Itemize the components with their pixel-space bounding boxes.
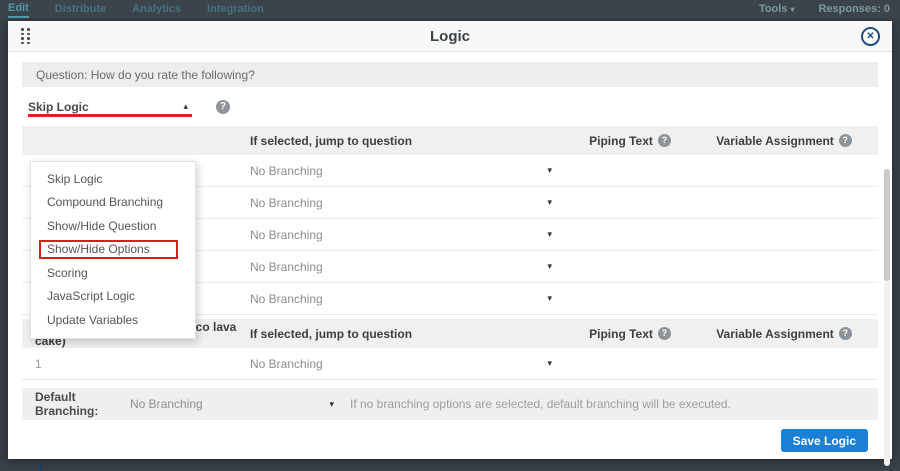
background-page-artifact (39, 463, 42, 471)
menu-option-show-hide-options[interactable]: Show/Hide Options (31, 238, 195, 262)
caret-down-icon: ▾ (547, 358, 552, 369)
caret-down-icon: ▾ (547, 229, 552, 240)
caret-down-icon: ▾ (547, 293, 552, 304)
caret-down-icon: ▾ (790, 5, 794, 14)
menu-item-analytics[interactable]: Analytics (132, 1, 181, 17)
default-branching-label: Default Branching: (35, 390, 130, 418)
menu-option-javascript-logic[interactable]: JavaScript Logic (31, 285, 195, 309)
row-number: 1 (22, 357, 250, 371)
main-menu: Edit Distribute Analytics Integration (8, 0, 264, 18)
drag-handle-icon[interactable] (21, 28, 31, 45)
default-branching-hint: If no branching options are selected, de… (350, 397, 731, 411)
question-bar: Question: How do you rate the following? (22, 62, 878, 87)
help-icon[interactable]: ? (839, 327, 852, 340)
responses-count: Responses: 0 (818, 3, 890, 15)
table-header: If selected, jump to question Piping Tex… (22, 126, 878, 155)
help-icon[interactable]: ? (658, 134, 671, 147)
help-icon[interactable]: ? (216, 100, 230, 114)
question-text: Question: How do you rate the following? (36, 68, 255, 82)
red-underline-annotation (28, 114, 192, 117)
logic-type-select[interactable]: Skip Logic ▴ (28, 100, 192, 114)
menu-item-distribute[interactable]: Distribute (55, 1, 106, 17)
menu-option-show-hide-question[interactable]: Show/Hide Question (31, 214, 195, 238)
caret-down-icon: ▾ (329, 399, 334, 410)
column-piping: Piping Text (589, 327, 653, 341)
caret-down-icon: ▾ (547, 165, 552, 176)
caret-up-icon: ▴ (183, 101, 188, 112)
menu-option-update-variables[interactable]: Update Variables (31, 308, 195, 332)
branching-select[interactable]: No Branching▾ (250, 357, 570, 371)
top-navigation-bar: Edit Distribute Analytics Integration To… (0, 0, 900, 18)
branching-select[interactable]: No Branching▾ (250, 292, 570, 306)
default-branching-bar: Default Branching: No Branching ▾ If no … (22, 388, 878, 420)
caret-down-icon: ▾ (547, 261, 552, 272)
menu-item-edit[interactable]: Edit (8, 0, 29, 18)
red-highlight-box: Show/Hide Options (39, 240, 178, 259)
column-jump: If selected, jump to question (250, 134, 570, 148)
column-piping: Piping Text (589, 134, 653, 148)
column-variable: Variable Assignment (716, 134, 834, 148)
modal-header: Logic ✕ (8, 21, 892, 52)
modal-body: Question: How do you rate the following?… (8, 62, 892, 469)
default-branching-select[interactable]: No Branching ▾ (130, 397, 334, 411)
help-icon[interactable]: ? (658, 327, 671, 340)
branching-select[interactable]: No Branching▾ (250, 164, 570, 178)
table-row: 1 No Branching▾ (22, 348, 878, 380)
help-icon[interactable]: ? (839, 134, 852, 147)
column-variable: Variable Assignment (716, 327, 834, 341)
logic-type-dropdown-menu: Skip Logic Compound Branching Show/Hide … (30, 161, 196, 339)
menu-option-scoring[interactable]: Scoring (31, 261, 195, 285)
logic-type-value: Skip Logic (28, 100, 89, 114)
close-icon[interactable]: ✕ (861, 27, 880, 46)
menu-option-compound-branching[interactable]: Compound Branching (31, 191, 195, 215)
menu-item-integration[interactable]: Integration (207, 1, 264, 17)
scrollbar[interactable] (884, 169, 890, 466)
branching-select[interactable]: No Branching▾ (250, 260, 570, 274)
save-logic-button[interactable]: Save Logic (781, 429, 868, 452)
modal-title: Logic (430, 28, 470, 45)
tools-dropdown[interactable]: Tools▾ (759, 3, 795, 15)
column-jump: If selected, jump to question (250, 327, 570, 341)
logic-modal: Logic ✕ Question: How do you rate the fo… (8, 21, 892, 459)
branching-select[interactable]: No Branching▾ (250, 196, 570, 210)
caret-down-icon: ▾ (547, 197, 552, 208)
scrollbar-thumb[interactable] (884, 169, 890, 281)
branching-select[interactable]: No Branching▾ (250, 228, 570, 242)
menu-option-skip-logic[interactable]: Skip Logic (31, 167, 195, 191)
